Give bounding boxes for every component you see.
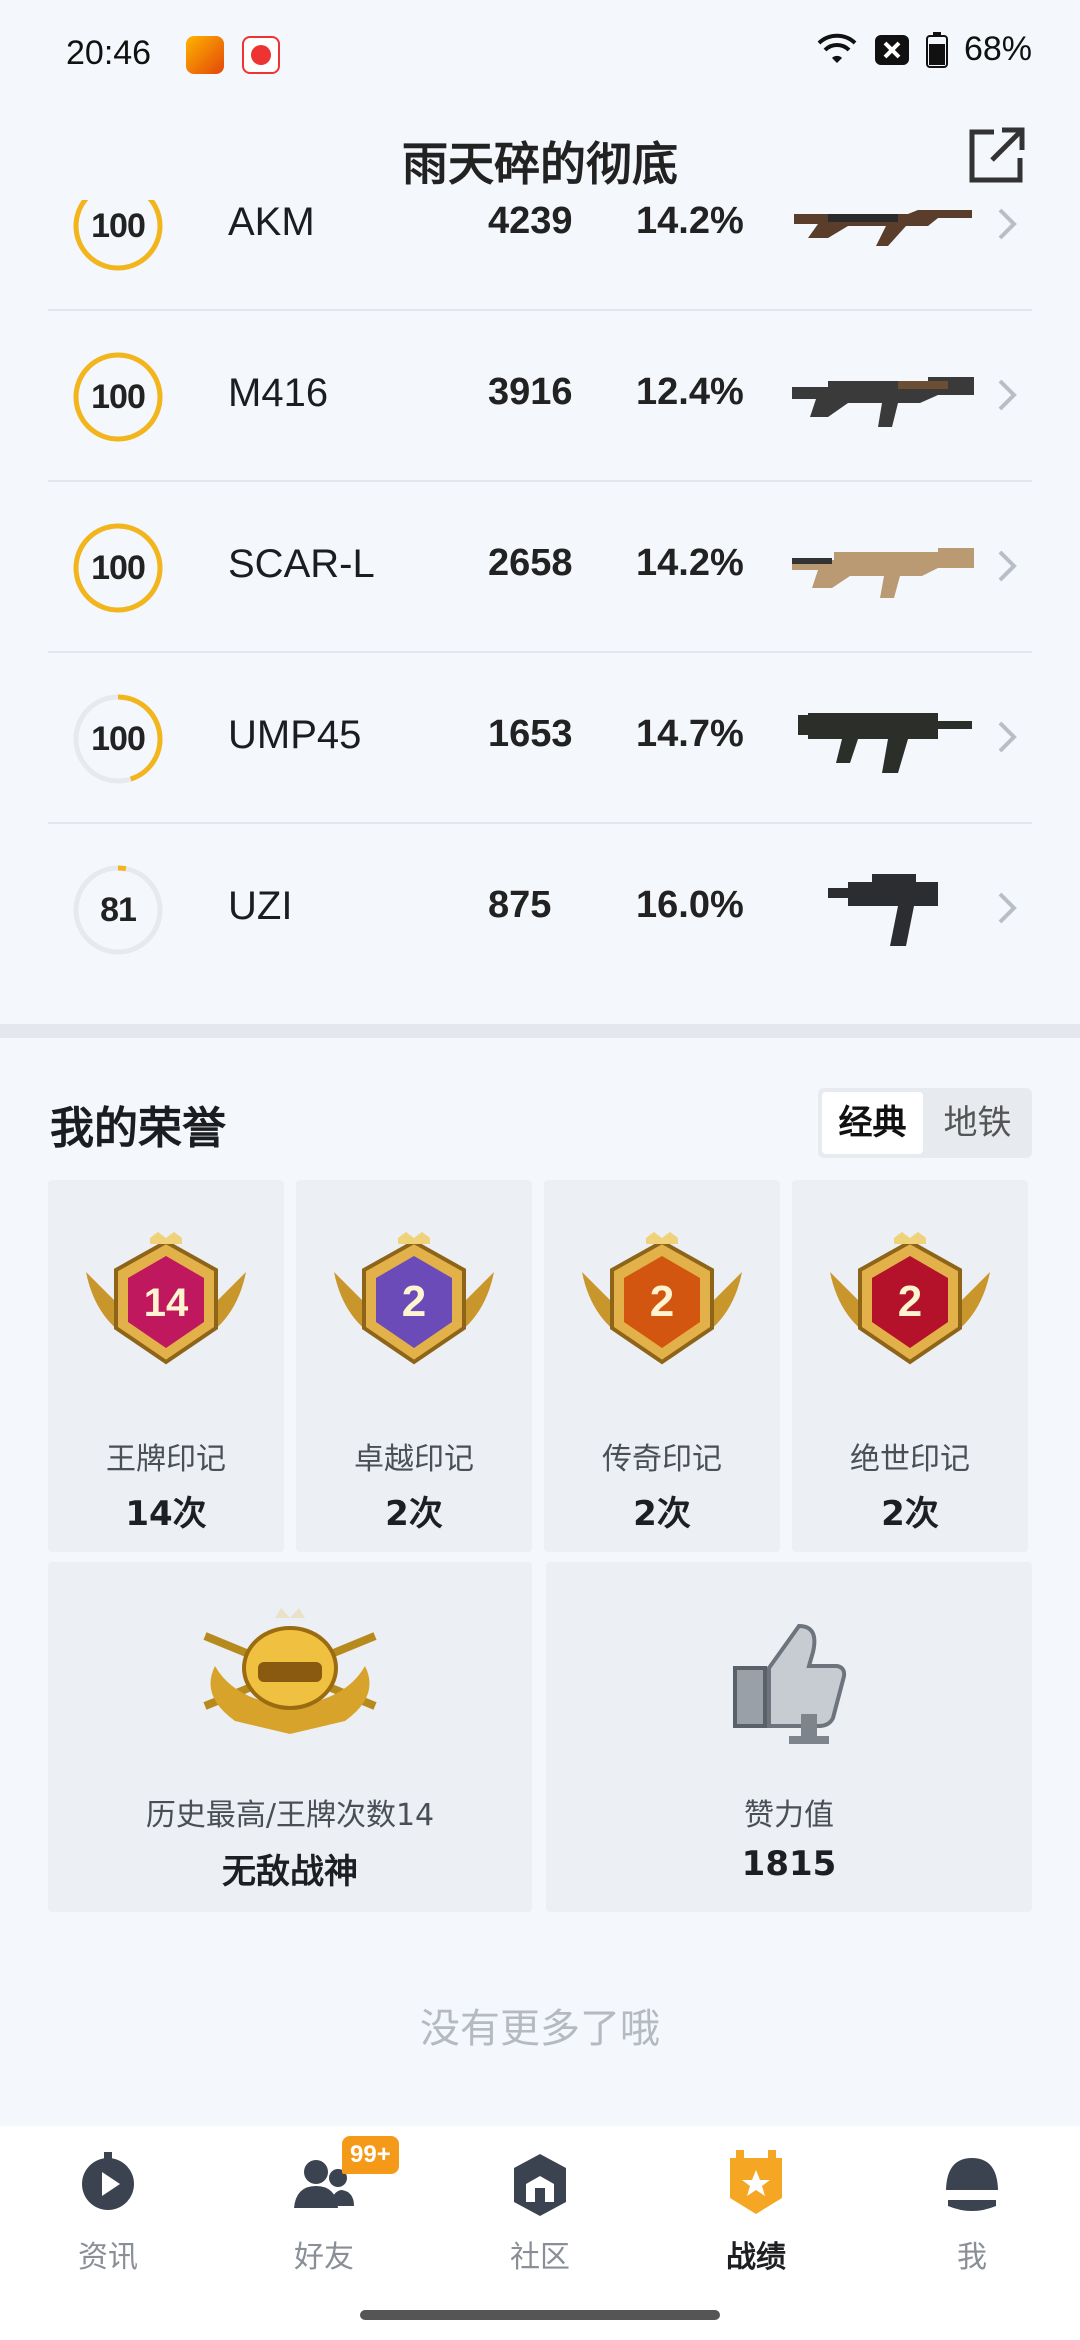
community-icon (514, 2154, 566, 2216)
highest-tier-label: 历史最高/王牌次数14 (145, 1798, 435, 1833)
nav-label-community: 社区 (510, 2240, 570, 2275)
nav-item-friends[interactable]: 99+ 好友 (216, 2126, 432, 2296)
weapon-score: 100 (91, 378, 146, 416)
page-title: 雨天碎的彻底 (402, 137, 678, 191)
highest-tier-value: 无敌战神 (222, 1852, 358, 1892)
m416-rifle-icon (792, 377, 974, 427)
likes-label: 赞力值 (744, 1798, 834, 1833)
conqueror-helmet-badge-icon (203, 1608, 377, 1734)
status-bar: 20:46 68% (0, 0, 1080, 112)
weapon-name: AKM (228, 200, 315, 244)
chevron-right-icon (998, 208, 1017, 240)
bottom-nav: 资讯 99+ 好友 社区 战绩 我 (0, 2126, 1080, 2340)
nav-item-news[interactable]: 资讯 (0, 2126, 216, 2296)
honor-mark-badge-icon: 2 (334, 1232, 494, 1365)
section-divider (0, 1024, 1080, 1038)
weapon-score: 100 (91, 549, 146, 587)
weapon-kills: 2658 (488, 542, 573, 584)
weapon-kills: 4239 (488, 200, 573, 242)
nav-label-news: 资讯 (78, 2240, 138, 2275)
likes-value: 1815 (741, 1844, 837, 1884)
akm-rifle-icon (794, 210, 972, 246)
honor-mark-count: 2次 (881, 1494, 939, 1534)
honor-mark-card[interactable]: 2 传奇印记 2次 (544, 1180, 780, 1552)
weapon-name: UZI (228, 884, 293, 928)
chevron-right-icon (998, 892, 1017, 924)
app-notification-icon (242, 36, 280, 74)
tab-classic[interactable]: 经典 (822, 1092, 923, 1154)
weapon-score: 100 (91, 720, 146, 758)
thumbs-up-icon (733, 1623, 847, 1744)
weapon-score: 100 (91, 207, 146, 245)
weapon-row[interactable]: 100 SCAR-L 2658 14.2% (48, 482, 1032, 653)
home-indicator (360, 2310, 720, 2320)
svg-text:2: 2 (898, 1277, 922, 1326)
weapon-rate: 14.2% (636, 200, 744, 242)
weapon-list: 100 AKM 4239 14.2% 100 M416 3916 12.4% 100 SCAR-L… (48, 200, 1032, 1028)
weapon-row[interactable]: 100 UMP45 1653 14.7% (48, 653, 1032, 824)
helmet-icon (946, 2158, 998, 2211)
news-icon (82, 2152, 134, 2210)
nav-item-me[interactable]: 我 (864, 2126, 1080, 2296)
weapon-kills: 3916 (488, 371, 573, 413)
nav-item-community[interactable]: 社区 (432, 2126, 648, 2296)
honor-mark-card[interactable]: 14 王牌印记 14次 (48, 1180, 284, 1552)
scar-l-rifle-icon (792, 548, 974, 598)
weapon-rate: 16.0% (636, 884, 744, 926)
weapon-row[interactable]: 100 AKM 4239 14.2% (48, 200, 1032, 311)
chevron-right-icon (998, 550, 1017, 582)
weapon-rate: 14.2% (636, 542, 744, 584)
honor-mark-label: 传奇印记 (602, 1442, 722, 1477)
svg-text:14: 14 (144, 1281, 189, 1325)
status-indicators: 68% (816, 30, 1032, 69)
honor-mark-label: 王牌印记 (106, 1442, 226, 1477)
honor-mark-card[interactable]: 2 绝世印记 2次 (792, 1180, 1028, 1552)
chevron-right-icon (998, 721, 1017, 753)
nav-label-friends: 好友 (294, 2240, 354, 2275)
likes-card[interactable]: 赞力值 1815 (546, 1562, 1032, 1912)
nav-item-record[interactable]: 战绩 (648, 2126, 864, 2296)
honor-mark-badge-icon: 2 (830, 1232, 990, 1365)
svg-text:2: 2 (402, 1277, 426, 1326)
battery-icon (925, 31, 948, 68)
mode-toggle: 经典 地铁 (818, 1088, 1032, 1158)
weapon-kills: 1653 (488, 713, 573, 755)
honor-mark-count: 2次 (385, 1494, 443, 1534)
svg-text:2: 2 (650, 1277, 674, 1326)
weapon-score: 81 (100, 891, 137, 929)
weapon-name: SCAR-L (228, 542, 375, 586)
tab-metro[interactable]: 地铁 (927, 1092, 1028, 1154)
ump45-smg-icon (798, 713, 972, 773)
weapon-name: M416 (228, 371, 329, 415)
end-of-list-text: 没有更多了哦 (420, 2006, 660, 2052)
honor-mark-card[interactable]: 2 卓越印记 2次 (296, 1180, 532, 1552)
no-sim-icon (874, 34, 909, 65)
honor-mark-count: 14次 (125, 1494, 207, 1534)
uzi-smg-icon (828, 874, 938, 946)
app-notification-icon (186, 36, 224, 74)
wifi-icon (817, 33, 857, 63)
honor-mark-label: 绝世印记 (850, 1442, 970, 1477)
honor-mark-badge-icon: 14 (86, 1232, 246, 1365)
honor-mark-label: 卓越印记 (354, 1442, 474, 1477)
weapon-rate: 12.4% (636, 371, 744, 413)
record-icon (730, 2150, 782, 2214)
battery-percent: 68% (963, 30, 1032, 68)
weapon-row[interactable]: 81 UZI 875 16.0% (48, 824, 1032, 995)
highest-tier-card[interactable]: 历史最高/王牌次数14 无敌战神 (48, 1562, 532, 1912)
weapon-rate: 14.7% (636, 713, 744, 755)
honor-section-title: 我的荣誉 (50, 1103, 226, 1154)
honor-mark-count: 2次 (633, 1494, 691, 1534)
weapon-name: UMP45 (228, 713, 362, 757)
weapon-row[interactable]: 100 M416 3916 12.4% (48, 311, 1032, 482)
chevron-right-icon (998, 379, 1017, 411)
friends-badge: 99+ (342, 2136, 399, 2174)
nav-label-record: 战绩 (726, 2240, 786, 2275)
weapon-kills: 875 (488, 884, 552, 926)
nav-label-me: 我 (957, 2240, 987, 2275)
status-time: 20:46 (66, 34, 152, 72)
share-icon[interactable] (964, 124, 1028, 188)
honor-mark-badge-icon: 2 (582, 1232, 742, 1365)
